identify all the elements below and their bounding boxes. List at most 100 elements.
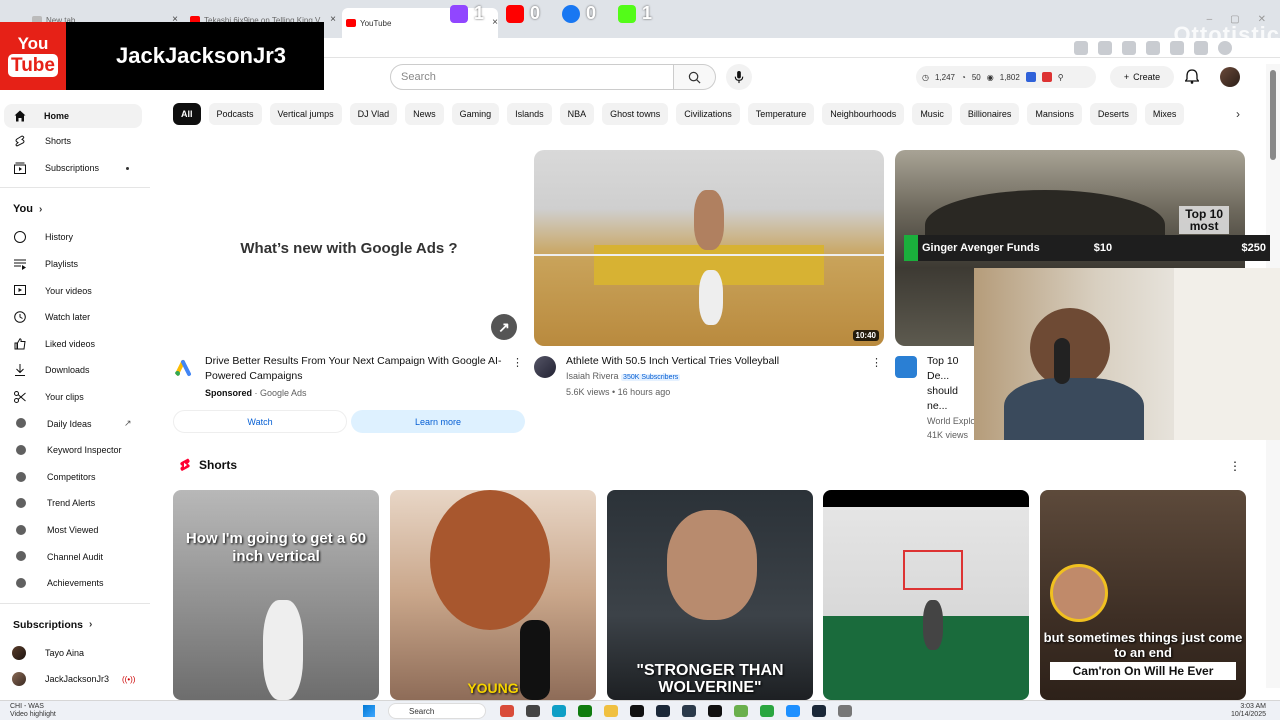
watch-button[interactable]: Watch — [173, 410, 347, 433]
extension-icon[interactable] — [1170, 41, 1184, 55]
xbox-icon[interactable] — [578, 705, 592, 717]
account-avatar[interactable] — [1220, 67, 1240, 87]
star-icon[interactable] — [1098, 41, 1112, 55]
notifications-button[interactable] — [1184, 69, 1200, 89]
video-card[interactable]: 10:40 Athlete With 50.5 Inch Vertical Tr… — [534, 150, 884, 399]
file-explorer-icon[interactable] — [604, 705, 618, 717]
filter-chip[interactable]: Mixes — [1144, 103, 1185, 125]
sidebar-item-trend-alerts[interactable]: Trend Alerts — [0, 490, 150, 517]
sidebar-item-most-viewed[interactable]: Most Viewed — [0, 517, 150, 544]
sidebar-item-shorts[interactable]: Shorts — [0, 128, 150, 155]
app-icon[interactable] — [526, 705, 540, 717]
sidebar-item-tayo-aina[interactable]: Tayo Aina — [0, 640, 150, 667]
app-icon[interactable] — [682, 705, 696, 717]
sidebar-item-channel-audit[interactable]: Channel Audit — [0, 543, 150, 570]
sidebar-section-subscriptions[interactable]: Subscriptions › — [0, 610, 150, 640]
sidebar-item-home[interactable]: Home — [4, 104, 142, 128]
short-card[interactable] — [823, 490, 1029, 700]
channel-avatar[interactable] — [534, 356, 556, 378]
taskbar-clock[interactable]: 3:03 AM 10/14/2025 — [1231, 703, 1266, 719]
sidebar-item-keyword-inspector[interactable]: Keyword Inspector — [0, 437, 150, 464]
tiktok-icon[interactable] — [630, 705, 644, 717]
search-button[interactable] — [674, 64, 716, 90]
filter-chip[interactable]: Temperature — [747, 103, 815, 125]
ad-title[interactable]: Drive Better Results From Your Next Camp… — [205, 354, 525, 384]
apps-icon[interactable] — [1074, 41, 1088, 55]
short-card[interactable]: YOUNG — [390, 490, 596, 700]
filter-chip[interactable]: Deserts — [1089, 103, 1137, 125]
video-title[interactable]: Top 10 De... should ne... — [927, 354, 977, 414]
extension-icon[interactable] — [1041, 72, 1052, 82]
filter-chip[interactable]: Podcasts — [208, 103, 262, 125]
short-card[interactable]: How I'm going to get a 60 inch vertical — [173, 490, 379, 700]
short-card[interactable]: "STRONGER THAN WOLVERINE" — [607, 490, 813, 700]
taskbar-widget[interactable]: CHI - WAS Video highlight — [10, 703, 56, 719]
taskbar-search[interactable]: Search — [388, 703, 486, 719]
more-options-icon[interactable]: ⋮ — [871, 356, 882, 369]
sidebar-item-achievements[interactable]: Achievements — [0, 570, 150, 597]
edge-icon[interactable] — [552, 705, 566, 717]
share-icon[interactable] — [1146, 41, 1160, 55]
filter-chip[interactable]: Music — [912, 103, 952, 125]
tab-close-icon[interactable]: × — [330, 14, 336, 25]
ad-card[interactable]: What’s new with Google Ads ? ↗ Drive Bet… — [173, 150, 525, 433]
extension-icon[interactable] — [1122, 41, 1136, 55]
channel-avatar[interactable] — [895, 356, 917, 378]
more-options-icon[interactable]: ⋮ — [1229, 459, 1241, 473]
tiktok-icon[interactable] — [708, 705, 722, 717]
pin-icon[interactable]: ⚲ — [1058, 73, 1064, 82]
filter-chip[interactable]: All — [173, 103, 201, 125]
app-icon[interactable] — [734, 705, 748, 717]
app-icon[interactable] — [500, 705, 514, 717]
logo-text: Tube — [8, 54, 58, 77]
sidebar-item-downloads[interactable]: Downloads — [0, 357, 150, 384]
short-card[interactable]: but sometimes things just come to an end… — [1040, 490, 1246, 700]
steam-icon[interactable] — [812, 705, 826, 717]
learn-more-button[interactable]: Learn more — [351, 410, 525, 433]
sidebar-item-daily-ideas[interactable]: Daily Ideas ↗ — [0, 410, 150, 437]
app-icon[interactable] — [760, 705, 774, 717]
filter-chip[interactable]: Gaming — [451, 103, 500, 125]
refresh-icon[interactable] — [1194, 41, 1208, 55]
filter-chip[interactable]: News — [405, 103, 444, 125]
filter-chip[interactable]: Civilizations — [676, 103, 740, 125]
sidebar-item-your-clips[interactable]: Your clips — [0, 384, 150, 411]
filter-chip[interactable]: Vertical jumps — [269, 103, 342, 125]
chevron-right-icon[interactable]: › — [1236, 107, 1240, 121]
filter-chip[interactable]: NBA — [559, 103, 595, 125]
sidebar-item-history[interactable]: History — [0, 224, 150, 251]
filter-chip[interactable]: Ghost towns — [602, 103, 669, 125]
filter-chip[interactable]: Billionaires — [959, 103, 1020, 125]
more-options-icon[interactable]: ⋮ — [512, 356, 523, 369]
sidebar-item-your-videos[interactable]: Your videos — [0, 277, 150, 304]
filter-chip[interactable]: Neighbourhoods — [822, 103, 905, 125]
search-input[interactable]: Search — [390, 64, 674, 90]
youtube-favicon-icon — [346, 19, 356, 27]
advertiser-name[interactable]: Google Ads — [260, 388, 307, 398]
sidebar-item-subscriptions[interactable]: Subscriptions — [0, 155, 150, 182]
sidebar-item-jackjacksonjr3[interactable]: JackJacksonJr3 ((•)) — [0, 666, 150, 693]
video-title[interactable]: Athlete With 50.5 Inch Vertical Tries Vo… — [566, 354, 884, 369]
settings-icon[interactable] — [838, 705, 852, 717]
steam-icon[interactable] — [656, 705, 670, 717]
profile-icon[interactable] — [1218, 41, 1232, 55]
sidebar-item-competitors[interactable]: Competitors — [0, 464, 150, 491]
video-thumbnail[interactable]: 10:40 — [534, 150, 884, 346]
voice-search-button[interactable] — [726, 64, 752, 90]
ad-thumbnail[interactable]: What’s new with Google Ads ? ↗ — [173, 150, 525, 346]
channel-stats-pill[interactable]: ◷ 1,247 ◔ 50 ◉ 1,802 ⚲ — [916, 66, 1096, 88]
scrollbar-thumb[interactable] — [1270, 70, 1276, 160]
open-link-button[interactable]: ↗ — [491, 314, 517, 340]
sidebar-section-you[interactable]: You › — [0, 194, 150, 224]
channel-name[interactable]: Isaiah Rivera — [566, 371, 619, 381]
windows-start-icon[interactable] — [363, 705, 375, 717]
sidebar-item-playlists[interactable]: Playlists — [0, 251, 150, 278]
app-icon[interactable] — [786, 705, 800, 717]
sidebar-item-watch-later[interactable]: Watch later — [0, 304, 150, 331]
filter-chip[interactable]: DJ Vlad — [349, 103, 398, 125]
filter-chip[interactable]: Islands — [507, 103, 552, 125]
filter-chip[interactable]: Mansions — [1027, 103, 1082, 125]
vidiq-extension-icon[interactable] — [1025, 72, 1036, 82]
sidebar-item-liked-videos[interactable]: Liked videos — [0, 331, 150, 358]
create-button[interactable]: + Create — [1110, 66, 1174, 88]
